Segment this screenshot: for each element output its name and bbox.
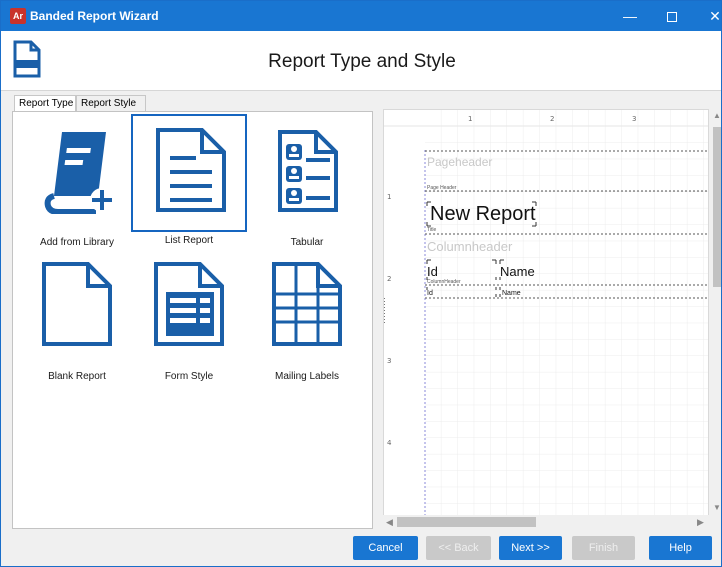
ruler-left-label: 2 — [387, 275, 391, 283]
list-report-icon — [156, 128, 226, 212]
wizard-header: Report Type and Style — [1, 31, 721, 91]
maximize-icon — [667, 12, 677, 23]
scroll-up-icon[interactable]: ▲ — [711, 111, 721, 120]
column-header-label: ColumnHeader — [427, 279, 461, 285]
tile-label: Mailing Labels — [275, 371, 339, 382]
scroll-down-icon[interactable]: ▼ — [711, 503, 721, 512]
tile-label: Tabular — [290, 237, 324, 248]
ruler-left-label: 4 — [387, 439, 392, 447]
library-book-icon — [44, 132, 114, 214]
maximize-button[interactable] — [649, 1, 695, 31]
ruler-left-label: 1 — [387, 193, 391, 201]
help-button[interactable]: Help — [649, 536, 712, 560]
column-header-id[interactable]: Id — [427, 264, 438, 279]
next-button[interactable]: Next >> — [499, 536, 562, 560]
report-type-panel: Add from Library List Report Tabular Bla… — [12, 111, 373, 529]
tile-label: Add from Library — [40, 237, 114, 248]
cancel-button[interactable]: Cancel — [353, 536, 418, 560]
page-title: Report Type and Style — [268, 51, 456, 72]
report-type-add-from-library[interactable]: Add from Library — [19, 116, 135, 248]
title-band-label: Title — [427, 227, 436, 233]
ruler-top-label: 1 — [468, 115, 472, 123]
report-title-field[interactable]: New Report — [430, 203, 536, 225]
detail-id[interactable]: Id — [427, 290, 433, 297]
app-logo-icon: Ar — [10, 8, 26, 24]
report-type-mailing-labels[interactable]: Mailing Labels — [249, 250, 365, 382]
title-bar[interactable]: Ar Banded Report Wizard — ✕ — [1, 1, 721, 31]
column-header-watermark: Columnheader — [427, 239, 513, 254]
ruler-left-label: 3 — [387, 357, 391, 365]
detail-name[interactable]: Name — [502, 290, 521, 297]
form-style-icon — [154, 262, 224, 346]
blank-report-icon — [42, 262, 112, 346]
scrollbar-thumb[interactable] — [397, 517, 536, 527]
mailing-labels-icon — [272, 262, 342, 346]
page-header-watermark: Pageheader — [427, 155, 492, 169]
tile-label: Blank Report — [48, 371, 106, 382]
tabular-icon — [278, 130, 338, 212]
minimize-button[interactable]: — — [607, 1, 653, 31]
scroll-left-icon[interactable]: ◀ — [386, 515, 393, 529]
ruler-top-label: 3 — [632, 115, 636, 123]
tab-report-type[interactable]: Report Type — [14, 95, 76, 112]
report-type-tabular[interactable]: Tabular — [249, 116, 365, 248]
back-button[interactable]: << Back — [426, 536, 491, 560]
tile-label: Form Style — [164, 371, 214, 382]
close-button[interactable]: ✕ — [692, 1, 721, 31]
report-type-blank-report[interactable]: Blank Report — [19, 250, 135, 382]
report-type-form-style[interactable]: Form Style — [131, 250, 247, 382]
scrollbar-thumb[interactable] — [713, 127, 721, 287]
window-title: Banded Report Wizard — [30, 9, 159, 23]
tab-report-style[interactable]: Report Style — [76, 95, 146, 111]
report-type-list-report[interactable]: List Report — [131, 114, 247, 246]
wizard-window: Ar Banded Report Wizard — ✕ Report Type … — [0, 0, 722, 567]
page-header-label: Page Header — [427, 185, 457, 191]
preview-horizontal-scrollbar[interactable]: ◀ ▶ — [383, 515, 709, 529]
preview-vertical-scrollbar[interactable]: ▲ ▼ — [711, 109, 721, 529]
scroll-right-icon[interactable]: ▶ — [697, 515, 704, 529]
finish-button[interactable]: Finish — [572, 536, 635, 560]
column-header-name[interactable]: Name — [500, 264, 535, 279]
tile-label: List Report — [164, 235, 214, 246]
ruler-top-label: 2 — [550, 115, 554, 123]
report-preview: 1 2 3 1 2 3 4 Pageheader Page Header New… — [383, 109, 709, 529]
preview-canvas: 1 2 3 1 2 3 4 Pageheader Page Header New… — [384, 110, 708, 518]
